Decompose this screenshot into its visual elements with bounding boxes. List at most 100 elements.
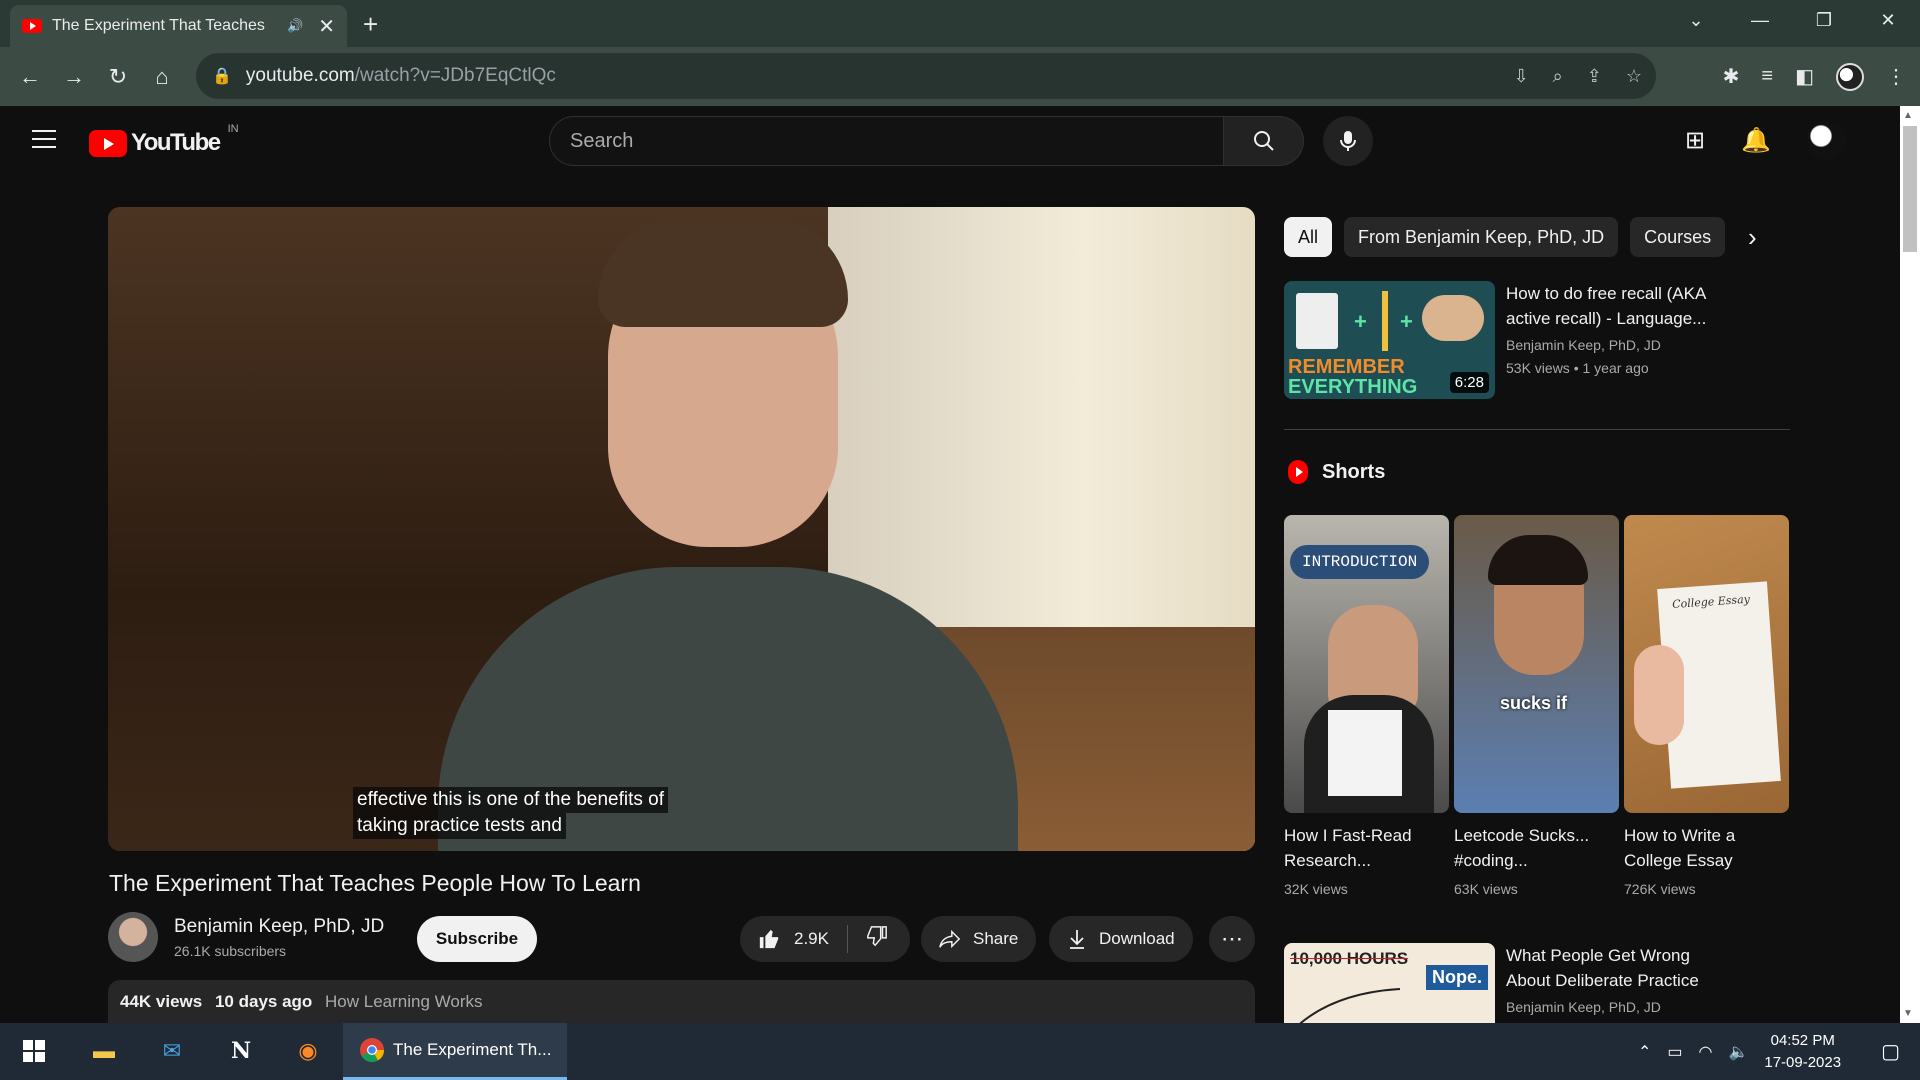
menu-hamburger-icon[interactable] (32, 130, 56, 154)
close-window-icon[interactable]: ✕ (1856, 0, 1920, 42)
caption-line-2: taking practice tests and (353, 813, 566, 839)
bookmark-star-icon[interactable]: ☆ (1626, 66, 1642, 87)
url-path: /watch?v=JDb7EqCtlQc (354, 65, 556, 86)
recommended-video-1[interactable]: + + REMEMBER EVERYTHING 6:28 How to do f… (1284, 281, 1790, 401)
short-item-2[interactable]: sucks if Leetcode Sucks... #coding... 63… (1454, 515, 1619, 897)
chip-courses[interactable]: Courses (1630, 217, 1726, 257)
upload-age: 10 days ago (214, 992, 313, 1011)
tab-close-icon[interactable]: ✕ (318, 14, 335, 39)
home-icon[interactable]: ⌂ (140, 64, 184, 90)
restore-icon[interactable]: ❐ (1792, 0, 1856, 42)
microphone-icon (1340, 131, 1356, 151)
chip-all[interactable]: All (1284, 217, 1333, 257)
forward-icon[interactable]: → (52, 64, 96, 90)
short-views: 63K views (1454, 881, 1518, 897)
short-overlay-text: sucks if (1500, 693, 1568, 713)
audio-playing-icon[interactable]: 🔊 (287, 18, 303, 34)
clock-time: 04:52 PM (1770, 1031, 1835, 1049)
recommended-channel[interactable]: Benjamin Keep, PhD, JD (1506, 999, 1661, 1015)
clock[interactable]: 04:52 PM 17-09-2023 (1764, 1030, 1841, 1074)
short-title[interactable]: How to Write a College Essay (1624, 823, 1789, 873)
scroll-down-icon[interactable]: ▼ (1903, 1008, 1913, 1019)
short-title[interactable]: Leetcode Sucks... #coding... (1454, 823, 1619, 873)
recommended-video-2[interactable]: 10,000 HOURS Nope. What People Get Wrong… (1284, 943, 1790, 1023)
recommended-title[interactable]: How to do free recall (AKA active recall… (1506, 281, 1736, 331)
share-button[interactable]: Share (921, 916, 1037, 962)
back-icon[interactable]: ← (8, 64, 52, 90)
zoom-icon[interactable]: ⌕ (1553, 66, 1563, 87)
page-scrollbar-thumb[interactable] (1903, 126, 1917, 252)
search-input[interactable]: Search (549, 116, 1224, 166)
voice-search-button[interactable] (1323, 116, 1373, 166)
logo-wordmark: YouTube (131, 129, 221, 156)
scroll-up-icon[interactable]: ▲ (1903, 110, 1913, 121)
windows-logo-icon (23, 1040, 45, 1062)
chrome-menu-icon[interactable]: ⋮ (1886, 64, 1906, 89)
search-icon (1253, 131, 1274, 151)
channel-avatar[interactable] (108, 912, 158, 962)
short-thumbnail[interactable]: College Essay (1624, 515, 1789, 813)
media-control-icon[interactable]: ≡ (1761, 65, 1773, 88)
notion-icon[interactable]: N (225, 1035, 257, 1067)
taskbar-chrome-window[interactable]: The Experiment Th... (343, 1023, 567, 1080)
download-button[interactable]: Download (1049, 916, 1193, 962)
recommended-title[interactable]: What People Get Wrong About Deliberate P… (1506, 943, 1736, 993)
thumb-text-1: REMEMBER (1288, 356, 1405, 378)
recommended-thumbnail[interactable]: + + REMEMBER EVERYTHING 6:28 (1284, 281, 1495, 399)
recommended-meta: 53K views • 1 year ago (1506, 360, 1649, 376)
account-avatar[interactable] (1807, 120, 1847, 160)
profile-avatar-icon[interactable] (1836, 62, 1864, 91)
notification-center-icon[interactable]: ▢ (1881, 1039, 1900, 1064)
download-label: Download (1099, 929, 1175, 948)
tab-search-icon[interactable]: ⌄ (1664, 0, 1728, 42)
brain-icon (1422, 295, 1484, 341)
youtube-logo[interactable]: YouTube IN (89, 123, 239, 157)
more-actions-icon[interactable]: ⋯ (1209, 916, 1255, 962)
lock-icon[interactable]: 🔒 (212, 66, 232, 86)
address-bar[interactable]: 🔒 youtube.com/watch?v=JDb7EqCtlQc ⇩ ⌕ ⇪ … (196, 53, 1656, 99)
minimize-icon[interactable]: — (1728, 0, 1792, 42)
like-button[interactable]: 2.9K (740, 925, 848, 953)
volume-icon[interactable]: 🔈 (1728, 1042, 1748, 1062)
mail-app-icon[interactable]: ✉ (156, 1035, 188, 1067)
short-thumbnail[interactable]: INTRODUCTION (1284, 515, 1449, 813)
filter-chips: All From Benjamin Keep, PhD, JD Courses (1284, 217, 1726, 257)
window-controls: ⌄ — ❐ ✕ (1664, 0, 1920, 42)
paper-icon (1328, 710, 1402, 796)
chips-next-chevron-icon[interactable]: › (1748, 222, 1757, 253)
create-video-icon[interactable]: ⊞ (1685, 126, 1705, 155)
system-tray: ⌃ ▭ ◠ 🔈 04:52 PM 17-09-2023 ▢ (1638, 1023, 1920, 1080)
wifi-icon[interactable]: ◠ (1698, 1042, 1712, 1062)
browser-tab[interactable]: The Experiment That Teaches 🔊 ✕ (10, 5, 347, 47)
reload-icon[interactable]: ↻ (96, 64, 140, 90)
side-panel-icon[interactable]: ◧ (1795, 64, 1814, 89)
tray-chevron-icon[interactable]: ⌃ (1638, 1042, 1651, 1062)
plus-icon: + (1354, 309, 1367, 334)
windows-start-icon[interactable] (18, 1035, 50, 1067)
extension-icons: ✱ ≡ ◧ ⋮ (1723, 47, 1906, 106)
share-page-icon[interactable]: ⇪ (1587, 66, 1602, 87)
short-title[interactable]: How I Fast-Read Research... (1284, 823, 1449, 873)
short-thumbnail[interactable]: sucks if (1454, 515, 1619, 813)
country-code: IN (227, 123, 239, 135)
notifications-bell-icon[interactable]: 🔔 (1741, 126, 1771, 155)
install-app-icon[interactable]: ⇩ (1514, 66, 1529, 87)
short-item-3[interactable]: College Essay How to Write a College Ess… (1624, 515, 1789, 897)
firefox-icon[interactable]: ◉ (292, 1035, 324, 1067)
subscribe-button[interactable]: Subscribe (417, 916, 537, 962)
recommended-channel[interactable]: Benjamin Keep, PhD, JD (1506, 337, 1661, 353)
chip-from-channel[interactable]: From Benjamin Keep, PhD, JD (1344, 217, 1619, 257)
channel-name[interactable]: Benjamin Keep, PhD, JD (174, 916, 384, 938)
caption-line-1: effective this is one of the benefits of (353, 787, 669, 813)
video-tag[interactable]: How Learning Works (325, 992, 482, 1011)
dislike-button[interactable] (848, 925, 906, 953)
file-explorer-icon[interactable]: ▬ (88, 1035, 120, 1067)
recommended-thumbnail[interactable]: 10,000 HOURS Nope. (1284, 943, 1495, 1023)
video-player[interactable]: effective this is one of the benefits of… (108, 207, 1255, 851)
battery-icon[interactable]: ▭ (1667, 1042, 1682, 1062)
search-button[interactable] (1224, 116, 1304, 166)
video-frame-presenter-hair (598, 217, 848, 327)
extensions-puzzle-icon[interactable]: ✱ (1723, 64, 1740, 89)
new-tab-button[interactable]: + (363, 9, 378, 40)
short-item-1[interactable]: INTRODUCTION How I Fast-Read Research...… (1284, 515, 1449, 897)
